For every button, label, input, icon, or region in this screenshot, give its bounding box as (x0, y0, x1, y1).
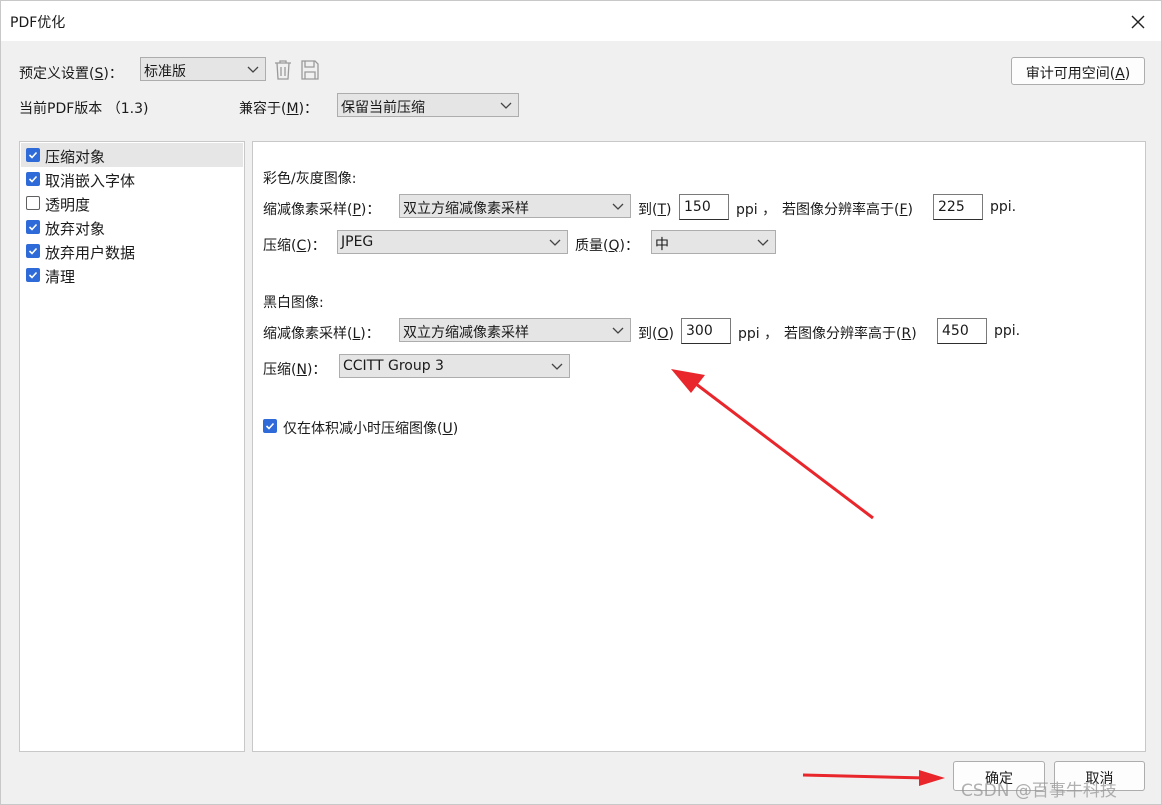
annotation-arrow-up (695, 382, 874, 520)
annotation-arrows (671, 369, 945, 786)
pdf-optimize-dialog: PDF优化 预定义设置(S)： 标准版 审计可用空间(A) 当前PDF版本 （1… (0, 0, 1162, 805)
watermark-text: CSDN @百事牛科技 (961, 781, 1117, 801)
annotation-arrow-right (802, 773, 927, 780)
annotation-arrowhead-right (919, 770, 945, 786)
annotation-arrowhead-up (671, 369, 705, 393)
